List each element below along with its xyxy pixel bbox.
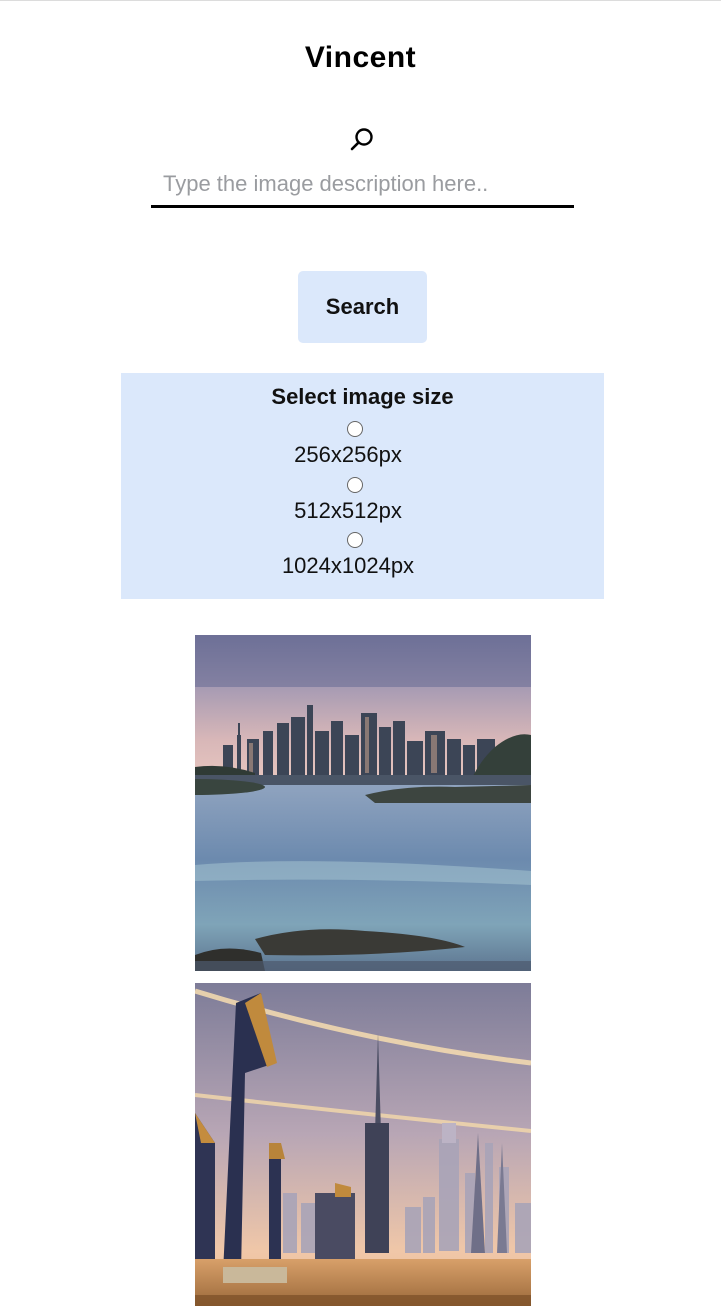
top-divider [0, 0, 721, 1]
size-option-label[interactable]: 256x256px [121, 441, 575, 469]
size-option-512[interactable]: 512x512px [121, 477, 604, 533]
size-option-1024[interactable]: 1024x1024px [121, 532, 604, 588]
size-option-label[interactable]: 512x512px [121, 497, 575, 525]
size-radio-1024[interactable] [347, 532, 363, 548]
result-image-harbour-skyline[interactable] [195, 635, 531, 971]
app-title: Vincent [304, 41, 417, 74]
result-image-futuristic-city[interactable] [195, 983, 531, 1306]
size-option-label[interactable]: 1024x1024px [121, 552, 575, 580]
image-size-selector: Select image size 256x256px 512x512px 10… [121, 373, 604, 599]
search-icon [349, 126, 375, 152]
search-input[interactable] [151, 168, 574, 208]
size-radio-256[interactable] [347, 421, 363, 437]
image-size-heading: Select image size [271, 384, 454, 409]
size-radio-512[interactable] [347, 477, 363, 493]
size-option-256[interactable]: 256x256px [121, 421, 604, 477]
search-button[interactable]: Search [298, 271, 427, 343]
